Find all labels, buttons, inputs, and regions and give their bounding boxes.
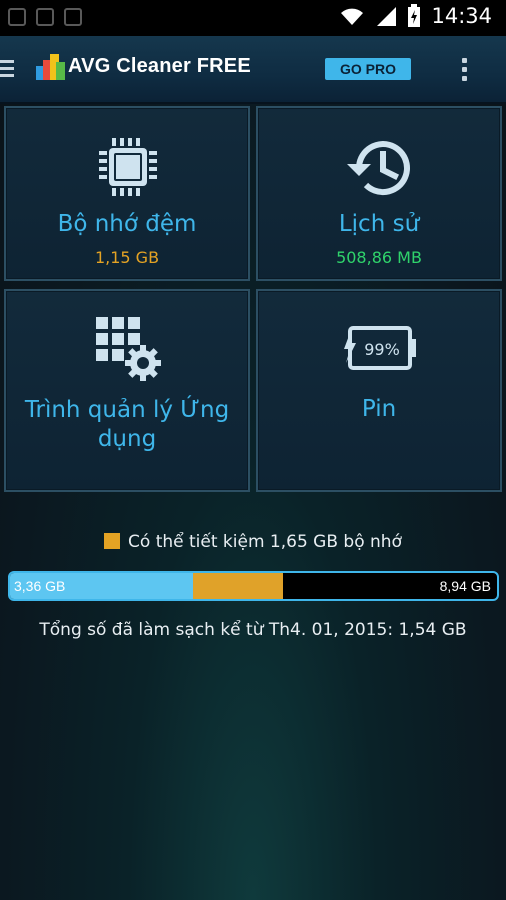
battery-charging-icon (408, 4, 421, 27)
app-title: AVG Cleaner FREE (68, 55, 251, 77)
history-icon (347, 141, 410, 196)
tile-battery-label: Pin (361, 396, 397, 422)
avg-logo-icon (36, 54, 65, 80)
menu-icon[interactable] (0, 60, 14, 78)
storage-saveable-segment (193, 573, 284, 599)
tile-battery[interactable]: 99% Pin (256, 289, 502, 492)
tile-cache[interactable]: Bộ nhớ đệm 1,15 GB (4, 106, 250, 281)
wifi-icon (341, 8, 364, 25)
notification-icon (36, 8, 54, 26)
tile-history-value: 508,86 MB (336, 248, 422, 267)
storage-bar: 3,36 GB 8,94 GB (8, 571, 499, 601)
tile-app-manager-label-line1: Trình quản lý Ứng (24, 397, 230, 423)
status-bar: 14:34 (0, 0, 506, 36)
notification-icon (64, 8, 82, 26)
storage-legend: Có thể tiết kiệm 1,65 GB bộ nhớ (0, 532, 506, 552)
legend-swatch (104, 533, 121, 549)
status-time: 14:34 (431, 4, 492, 28)
tile-cache-value: 1,15 GB (94, 248, 160, 267)
tile-history[interactable]: Lịch sử 508,86 MB (256, 106, 502, 281)
tile-app-manager[interactable]: Trình quản lý Ứng dụng (4, 289, 250, 492)
tile-cache-label: Bộ nhớ đệm (57, 211, 197, 237)
signal-icon (377, 7, 397, 26)
tile-history-label: Lịch sử (338, 211, 420, 237)
notification-icons (8, 8, 82, 26)
app-manager-icon (96, 317, 161, 381)
tile-app-manager-label: Trình quản lý Ứng dụng (6, 396, 248, 454)
legend-text: Có thể tiết kiệm 1,65 GB bộ nhớ (128, 532, 402, 552)
go-pro-button[interactable]: GO PRO (325, 58, 411, 80)
action-bar: AVG Cleaner FREE GO PRO (0, 36, 506, 104)
storage-total-label: 8,94 GB (439, 578, 491, 594)
overflow-menu-icon[interactable] (462, 58, 468, 85)
notification-icon (8, 8, 26, 26)
battery-percent: 99% (364, 340, 400, 359)
chip-icon (99, 138, 157, 196)
tile-app-manager-label-line2: dụng (97, 426, 157, 452)
storage-used-label: 3,36 GB (14, 578, 66, 594)
total-cleaned-text: Tổng số đã làm sạch kể từ Th4. 01, 2015:… (39, 620, 467, 640)
